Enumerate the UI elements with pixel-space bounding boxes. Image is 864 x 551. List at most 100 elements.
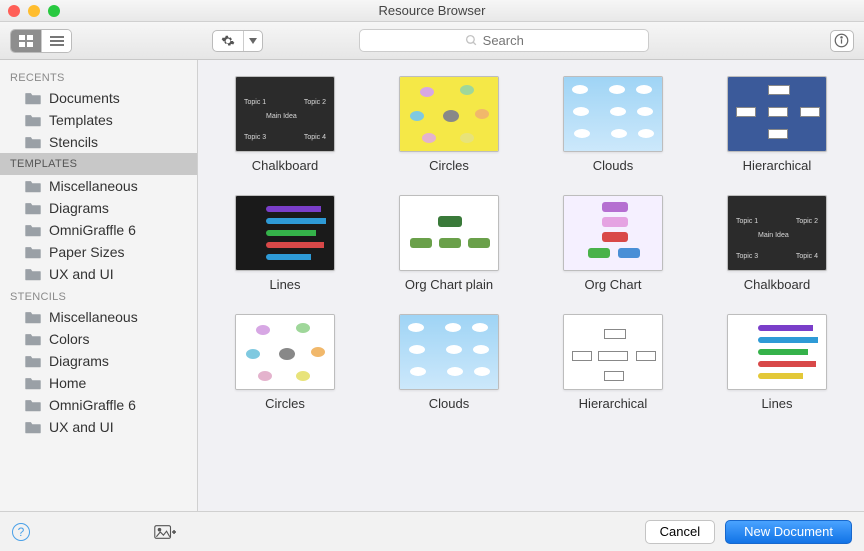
template-label: Circles — [265, 396, 305, 411]
import-icon — [154, 524, 176, 540]
gear-icon — [213, 31, 243, 51]
sidebar-item[interactable]: Paper Sizes — [0, 241, 197, 263]
folder-icon — [24, 223, 42, 237]
sidebar-item-label: Miscellaneous — [49, 178, 138, 194]
template-item[interactable]: Org Chart plain — [372, 195, 526, 292]
main-split: RECENTS Documents Templates Stencils TEMPLAT… — [0, 60, 864, 511]
toolbar — [0, 22, 864, 60]
template-label: Clouds — [593, 158, 633, 173]
sidebar-item[interactable]: OmniGraffle 6 — [0, 219, 197, 241]
sidebar-item[interactable]: Miscellaneous — [0, 175, 197, 197]
template-thumbnail — [563, 195, 663, 271]
action-menu[interactable] — [212, 30, 263, 52]
sidebar-item-label: Documents — [49, 90, 120, 106]
sidebar-item[interactable]: OmniGraffle 6 — [0, 394, 197, 416]
sidebar-item-label: Templates — [49, 112, 113, 128]
sidebar-item-label: UX and UI — [49, 419, 114, 435]
folder-icon — [24, 91, 42, 105]
sidebar-item[interactable]: Colors — [0, 328, 197, 350]
chevron-down-icon — [243, 31, 262, 51]
grid-icon — [19, 35, 33, 47]
footer: ? Cancel New Document — [0, 511, 864, 551]
template-item[interactable]: Lines — [700, 314, 854, 411]
template-thumbnail — [727, 76, 827, 152]
folder-icon — [24, 332, 42, 346]
folder-icon — [24, 113, 42, 127]
template-label: Org Chart plain — [405, 277, 493, 292]
template-thumbnail — [563, 76, 663, 152]
sidebar-item-label: OmniGraffle 6 — [49, 222, 136, 238]
search-icon — [465, 34, 478, 47]
grid-view-button[interactable] — [11, 30, 41, 52]
template-thumbnail — [399, 76, 499, 152]
folder-icon — [24, 354, 42, 368]
list-icon — [50, 35, 64, 47]
search-input[interactable] — [483, 33, 543, 48]
titlebar: Resource Browser — [0, 0, 864, 22]
template-thumbnail — [399, 195, 499, 271]
template-thumbnail — [727, 314, 827, 390]
list-view-button[interactable] — [41, 30, 71, 52]
folder-icon — [24, 201, 42, 215]
template-label: Lines — [269, 277, 300, 292]
folder-icon — [24, 267, 42, 281]
search-field[interactable] — [359, 29, 649, 52]
sidebar-item[interactable]: UX and UI — [0, 263, 197, 285]
info-button[interactable] — [830, 30, 854, 52]
sidebar-item-label: UX and UI — [49, 266, 114, 282]
template-grid: Topic 1Topic 2Main IdeaTopic 3Topic 4 Cha… — [208, 76, 854, 411]
sidebar-section-header[interactable]: STENCILS — [0, 285, 197, 306]
folder-icon — [24, 420, 42, 434]
sidebar-item-label: Home — [49, 375, 86, 391]
sidebar-item[interactable]: UX and UI — [0, 416, 197, 438]
new-document-button[interactable]: New Document — [725, 520, 852, 544]
template-label: Chalkboard — [252, 158, 319, 173]
template-label: Hierarchical — [579, 396, 648, 411]
sidebar-section-header[interactable]: RECENTS — [0, 66, 197, 87]
sidebar-item[interactable]: Stencils — [0, 131, 197, 153]
folder-icon — [24, 376, 42, 390]
template-label: Lines — [761, 396, 792, 411]
template-item[interactable]: Clouds — [536, 76, 690, 173]
template-thumbnail: Topic 1Topic 2Main IdeaTopic 3Topic 4 — [235, 76, 335, 152]
template-thumbnail — [563, 314, 663, 390]
sidebar-item-label: Colors — [49, 331, 89, 347]
sidebar-item-label: OmniGraffle 6 — [49, 397, 136, 413]
template-item[interactable]: Clouds — [372, 314, 526, 411]
template-item[interactable]: Circles — [372, 76, 526, 173]
sidebar: RECENTS Documents Templates Stencils TEMPLAT… — [0, 60, 198, 511]
view-mode-segment — [10, 29, 72, 53]
folder-icon — [24, 310, 42, 324]
template-item[interactable]: Hierarchical — [536, 314, 690, 411]
template-item[interactable]: Topic 1Topic 2Main IdeaTopic 3Topic 4 Cha… — [700, 195, 854, 292]
template-label: Hierarchical — [743, 158, 812, 173]
template-thumbnail — [235, 314, 335, 390]
help-button[interactable]: ? — [12, 523, 30, 541]
sidebar-item[interactable]: Miscellaneous — [0, 306, 197, 328]
template-label: Chalkboard — [744, 277, 811, 292]
sidebar-item[interactable]: Templates — [0, 109, 197, 131]
template-thumbnail: Topic 1Topic 2Main IdeaTopic 3Topic 4 — [727, 195, 827, 271]
template-thumbnail — [399, 314, 499, 390]
sidebar-item-label: Stencils — [49, 134, 98, 150]
template-label: Circles — [429, 158, 469, 173]
folder-icon — [24, 179, 42, 193]
template-item[interactable]: Topic 1Topic 2Main IdeaTopic 3Topic 4 Cha… — [208, 76, 362, 173]
template-item[interactable]: Org Chart — [536, 195, 690, 292]
sidebar-item-label: Diagrams — [49, 353, 109, 369]
template-label: Org Chart — [584, 277, 641, 292]
sidebar-item[interactable]: Documents — [0, 87, 197, 109]
sidebar-item[interactable]: Home — [0, 372, 197, 394]
import-button[interactable] — [150, 521, 180, 543]
template-item[interactable]: Circles — [208, 314, 362, 411]
info-icon — [834, 33, 849, 48]
cancel-button[interactable]: Cancel — [645, 520, 715, 544]
sidebar-item[interactable]: Diagrams — [0, 350, 197, 372]
content-area: Topic 1Topic 2Main IdeaTopic 3Topic 4 Cha… — [198, 60, 864, 511]
template-item[interactable]: Hierarchical — [700, 76, 854, 173]
sidebar-section-header[interactable]: TEMPLATES — [0, 153, 197, 175]
sidebar-item[interactable]: Diagrams — [0, 197, 197, 219]
template-thumbnail — [235, 195, 335, 271]
window-title: Resource Browser — [0, 3, 864, 18]
template-item[interactable]: Lines — [208, 195, 362, 292]
